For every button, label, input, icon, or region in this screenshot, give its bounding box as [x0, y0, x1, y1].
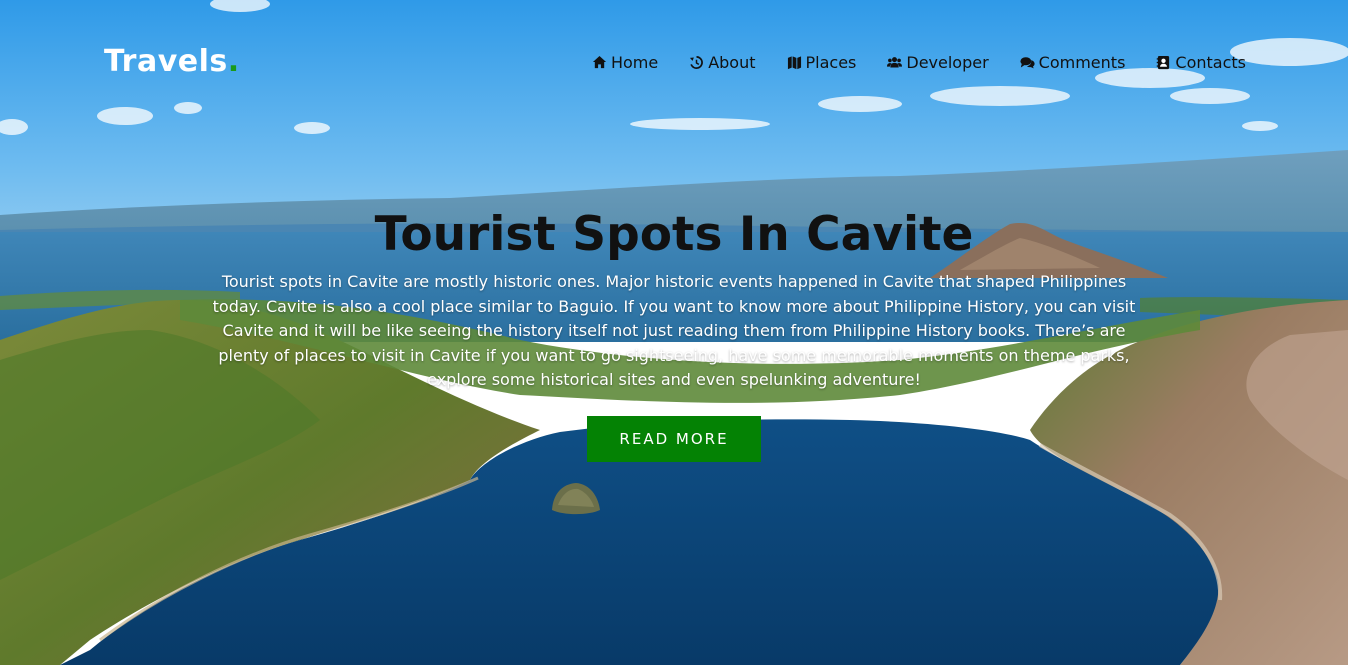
map-icon: [787, 56, 801, 70]
main-nav: Home About Places Developer Comments Con…: [592, 53, 1246, 72]
nav-comments[interactable]: Comments: [1020, 53, 1126, 72]
nav-comments-label: Comments: [1038, 53, 1126, 72]
nav-home-label: Home: [610, 53, 659, 72]
home-icon: [592, 55, 606, 69]
hero-description: Tourist spots in Cavite are mostly histo…: [212, 272, 1136, 389]
nav-about-label: About: [708, 53, 756, 72]
nav-developer-label: Developer: [906, 53, 989, 72]
nav-about[interactable]: About: [689, 53, 756, 72]
nav-places-label: Places: [805, 53, 857, 72]
address-book-icon: [1157, 55, 1170, 70]
nav-developer[interactable]: Developer: [887, 53, 989, 72]
users-icon: [887, 57, 903, 68]
hero-section: Travels. Home About Places Developer Com…: [0, 0, 1348, 665]
navbar: Travels. Home About Places Developer Com…: [0, 0, 1348, 128]
site-logo[interactable]: Travels.: [104, 44, 240, 79]
hero-title: Tourist Spots In Cavite: [374, 207, 974, 262]
hero-content: Tourist Spots In Cavite Tourist spots in…: [0, 200, 1348, 462]
history-icon: [690, 56, 704, 69]
read-more-button[interactable]: READ MORE: [587, 415, 761, 462]
nav-contacts-label: Contacts: [1175, 53, 1246, 72]
nav-contacts[interactable]: Contacts: [1156, 53, 1246, 72]
nav-home[interactable]: Home: [592, 53, 658, 72]
nav-places[interactable]: Places: [787, 53, 857, 72]
logo-dot: .: [227, 44, 240, 79]
comments-icon: [1020, 57, 1035, 69]
logo-text: Travels: [104, 44, 228, 79]
